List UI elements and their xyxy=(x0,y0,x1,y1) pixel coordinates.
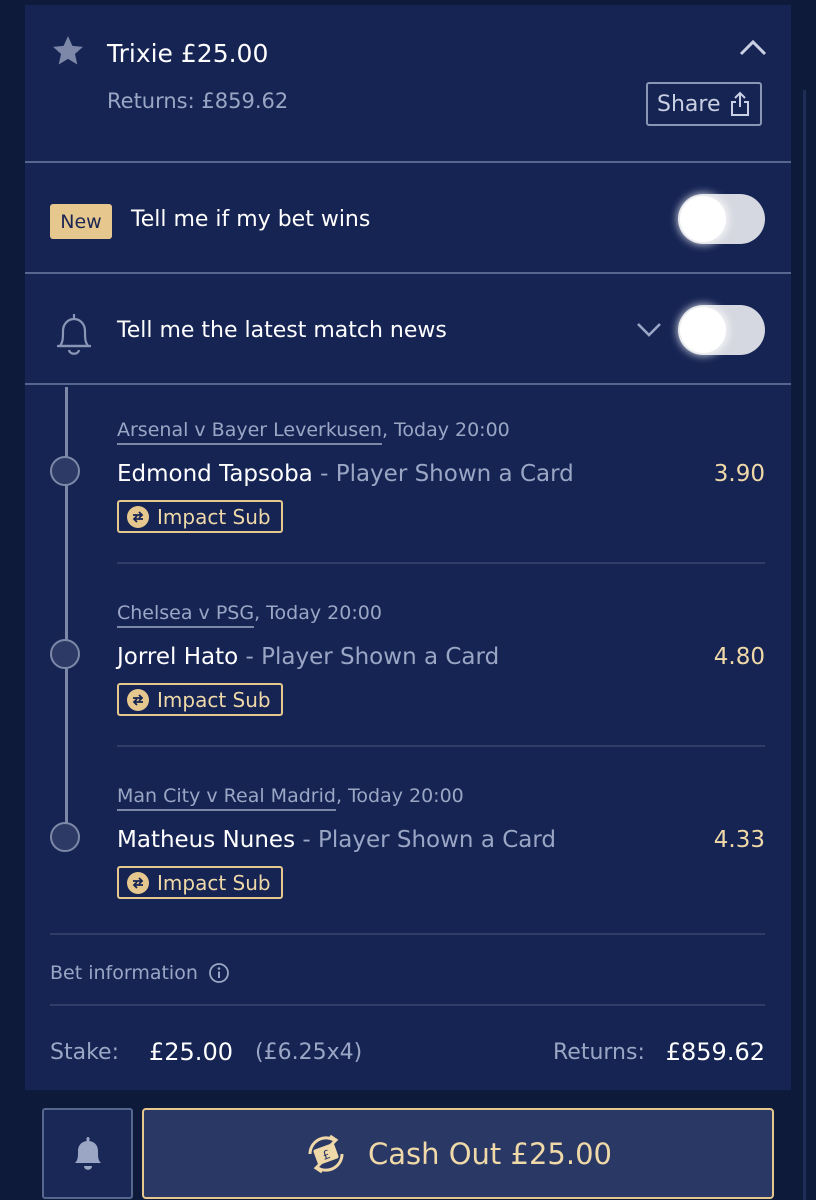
bet-information-label: Bet information xyxy=(50,962,198,984)
timeline-node xyxy=(50,822,80,852)
divider xyxy=(25,383,791,385)
impact-sub-label: Impact Sub xyxy=(157,687,271,712)
bet-wins-toggle[interactable] xyxy=(678,194,765,244)
chevron-down-icon[interactable] xyxy=(635,321,663,339)
odds: 3.90 xyxy=(713,461,765,487)
divider xyxy=(25,161,791,163)
match-teams[interactable]: Man City v Real Madrid xyxy=(117,785,336,811)
divider xyxy=(25,272,791,274)
separator xyxy=(50,933,765,935)
cash-out-icon: £ xyxy=(308,1134,344,1173)
stake-label: Stake: xyxy=(50,1040,119,1065)
match-news-label: Tell me the latest match news xyxy=(117,318,447,343)
impact-sub-label: Impact Sub xyxy=(157,504,271,529)
swap-icon xyxy=(127,688,149,711)
match-name[interactable]: Man City v Real Madrid, Today 20:00 xyxy=(117,785,464,811)
player-name: Edmond Tapsoba xyxy=(117,461,313,487)
stake-value: £25.00 xyxy=(149,1038,233,1066)
bet-information-link[interactable]: Bet information xyxy=(50,962,230,984)
market-name: - Player Shown a Card xyxy=(312,461,574,487)
swap-icon xyxy=(127,871,149,894)
toggle-knob xyxy=(680,307,726,353)
chevron-up-icon[interactable] xyxy=(738,37,768,57)
selection: Jorrel Hato - Player Shown a Card xyxy=(117,644,499,670)
cash-out-button[interactable]: £ Cash Out £25.00 xyxy=(142,1108,774,1199)
notifications-button[interactable] xyxy=(42,1108,133,1199)
impact-sub-badge: Impact Sub xyxy=(117,500,283,533)
selection: Matheus Nunes - Player Shown a Card xyxy=(117,827,556,853)
separator xyxy=(50,1004,765,1006)
match-teams[interactable]: Chelsea v PSG xyxy=(117,602,255,628)
selection: Edmond Tapsoba - Player Shown a Card xyxy=(117,461,574,487)
odds: 4.80 xyxy=(713,644,765,670)
returns-value: £859.62 xyxy=(665,1038,765,1066)
bet-wins-label: Tell me if my bet wins xyxy=(131,207,371,232)
match-name[interactable]: Arsenal v Bayer Leverkusen, Today 20:00 xyxy=(117,419,510,445)
match-time: , Today 20:00 xyxy=(335,785,464,807)
impact-sub-label: Impact Sub xyxy=(157,870,271,895)
returns-label: Returns: xyxy=(553,1040,645,1065)
match-name[interactable]: Chelsea v PSG, Today 20:00 xyxy=(117,602,382,628)
info-icon xyxy=(208,963,229,983)
cash-out-label: Cash Out £25.00 xyxy=(368,1136,612,1171)
swap-icon xyxy=(127,505,149,528)
match-time: , Today 20:00 xyxy=(254,602,382,624)
bell-icon xyxy=(57,314,91,355)
share-button[interactable]: Share xyxy=(646,82,762,126)
player-name: Matheus Nunes xyxy=(117,827,296,853)
bell-icon xyxy=(74,1136,101,1170)
timeline-node xyxy=(50,639,80,669)
bet-title: Trixie £25.00 xyxy=(107,39,269,68)
separator xyxy=(117,562,765,564)
player-name: Jorrel Hato xyxy=(117,644,239,670)
footer-bar: £ Cash Out £25.00 xyxy=(25,1090,791,1200)
share-icon xyxy=(730,91,749,116)
toggle-knob xyxy=(680,196,726,242)
market-name: - Player Shown a Card xyxy=(238,644,500,670)
odds: 4.33 xyxy=(713,827,765,853)
match-news-toggle[interactable] xyxy=(678,305,765,355)
timeline-node xyxy=(50,456,80,486)
stake-split: (£6.25x4) xyxy=(255,1040,363,1065)
match-teams[interactable]: Arsenal v Bayer Leverkusen xyxy=(117,419,382,445)
impact-sub-badge: Impact Sub xyxy=(117,866,283,899)
market-name: - Player Shown a Card xyxy=(295,827,557,853)
star-icon[interactable] xyxy=(51,34,85,68)
scroll-track xyxy=(803,90,806,1200)
separator xyxy=(117,745,765,747)
bet-returns: Returns: £859.62 xyxy=(107,89,289,113)
new-badge: New xyxy=(50,204,112,239)
impact-sub-badge: Impact Sub xyxy=(117,683,283,716)
bet-card: Trixie £25.00 Returns: £859.62 Share New… xyxy=(25,5,791,1200)
match-time: , Today 20:00 xyxy=(381,419,510,441)
share-label: Share xyxy=(657,91,721,117)
